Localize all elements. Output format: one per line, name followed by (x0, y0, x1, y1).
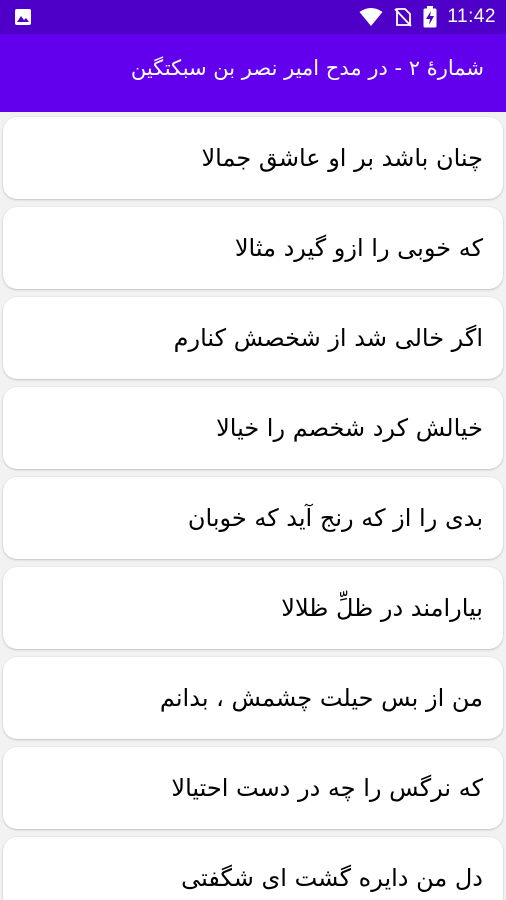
status-bar: 11:42 (0, 0, 506, 34)
status-icons: 11:42 (359, 0, 496, 34)
app-bar: شمارهٔ ۲ - در مدح امیر نصر بن سبکتگین (0, 34, 506, 112)
list-item[interactable]: دل من دایره گشت ای شگفتی (3, 837, 503, 900)
list-item[interactable]: که نرگس را چه در دست احتیالا (3, 747, 503, 829)
verse-text: که خوبی را ازو گیرد مثالا (234, 234, 483, 262)
list-item[interactable]: بدی را از که رنج آید که خوبان (3, 477, 503, 559)
wifi-icon (359, 8, 383, 26)
verse-text: بدی را از که رنج آید که خوبان (187, 504, 483, 532)
verse-text: دل من دایره گشت ای شگفتی (181, 864, 483, 892)
battery-charging-icon (423, 6, 437, 28)
verse-text: اگر خالی شد از شخصش کنارم (173, 324, 483, 352)
verse-text: بیارامند در ظلِّ ظلالا (281, 594, 483, 622)
verse-text: که نرگس را چه در دست احتیالا (171, 774, 483, 802)
verse-text: خیالش کرد شخصم را خیالا (216, 414, 483, 442)
image-icon (15, 9, 31, 25)
list-item[interactable]: که خوبی را ازو گیرد مثالا (3, 207, 503, 289)
list-item[interactable]: من از بس حیلت چشمش ، بدانم (3, 657, 503, 739)
status-time: 11:42 (447, 6, 496, 27)
verse-list[interactable]: چنان باشد بر او عاشق جمالا که خوبی را از… (0, 112, 506, 900)
verse-text: چنان باشد بر او عاشق جمالا (201, 144, 483, 172)
verse-text: من از بس حیلت چشمش ، بدانم (159, 684, 483, 712)
page-title: شمارهٔ ۲ - در مدح امیر نصر بن سبکتگین (130, 56, 484, 80)
list-item[interactable]: اگر خالی شد از شخصش کنارم (3, 297, 503, 379)
list-item[interactable]: چنان باشد بر او عاشق جمالا (3, 117, 503, 199)
no-sim-icon (394, 8, 413, 27)
list-item[interactable]: بیارامند در ظلِّ ظلالا (3, 567, 503, 649)
list-item[interactable]: خیالش کرد شخصم را خیالا (3, 387, 503, 469)
